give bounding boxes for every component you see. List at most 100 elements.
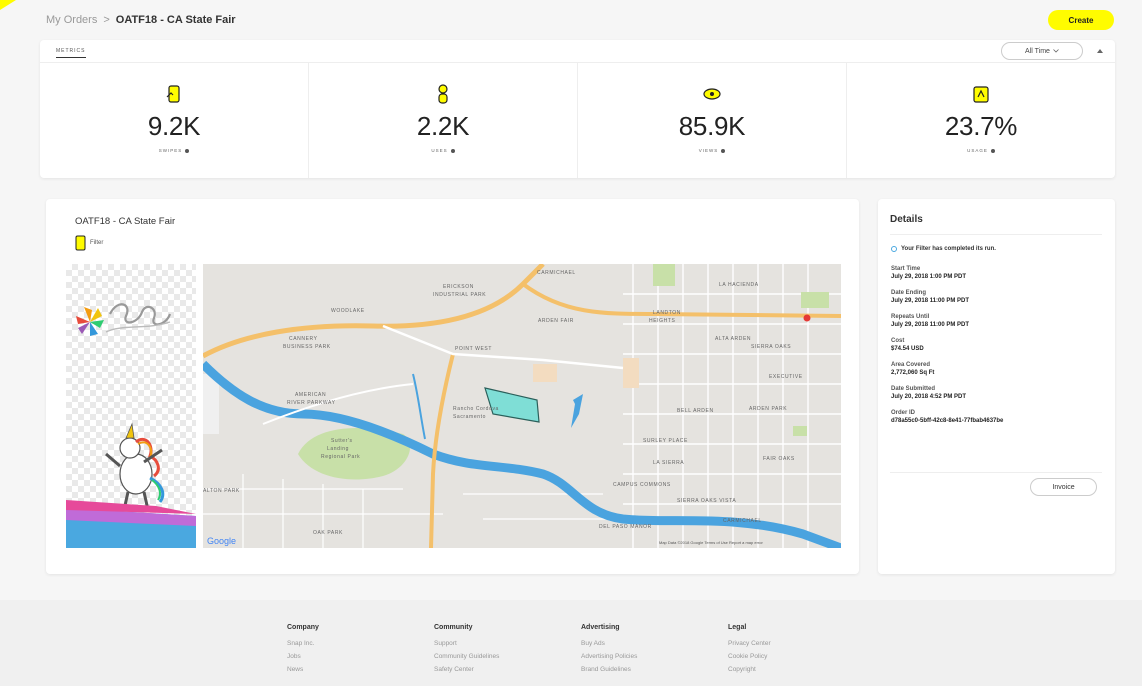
map-canvas[interactable]: WOODLAKE ERICKSON INDUSTRIAL PARK ARDEN … <box>203 264 841 548</box>
svg-text:CANNERY: CANNERY <box>289 336 318 342</box>
svg-text:OAK PARK: OAK PARK <box>313 530 343 536</box>
footer-column-legal: Legal Privacy Center Cookie Policy Copyr… <box>728 624 771 676</box>
time-filter-value: All Time <box>1025 47 1050 55</box>
breadcrumb-separator-icon: > <box>103 14 110 26</box>
svg-text:EXECUTIVE: EXECUTIVE <box>769 374 803 380</box>
divider <box>890 472 1102 473</box>
detail-cost: Cost $74.54 USD <box>891 338 924 352</box>
svg-text:Landing: Landing <box>327 446 349 452</box>
footer-column-community: Community Support Community Guidelines S… <box>434 624 499 676</box>
svg-text:ARDEN FAIR: ARDEN FAIR <box>538 318 574 324</box>
usage-icon <box>973 86 989 103</box>
metric-value: 9.2K <box>147 111 201 141</box>
create-button[interactable]: Create <box>1048 10 1114 30</box>
svg-text:LANDTON: LANDTON <box>653 310 681 316</box>
svg-text:SIERRA OAKS VISTA: SIERRA OAKS VISTA <box>677 498 736 504</box>
metric-label: VIEWS <box>698 148 719 153</box>
status-circle-icon <box>891 246 897 252</box>
footer-link[interactable]: Jobs <box>287 650 319 663</box>
status-line: Your Filter has completed its run. <box>891 246 996 252</box>
svg-text:SURLEY PLACE: SURLEY PLACE <box>643 438 688 444</box>
map-attribution: Map Data ©2018 Google Terms of Use Repor… <box>659 540 763 545</box>
footer-link[interactable]: Advertising Policies <box>581 650 637 663</box>
divider <box>890 234 1102 235</box>
google-logo: Google <box>207 536 236 546</box>
footer-link[interactable]: Buy Ads <box>581 637 637 650</box>
svg-text:ERICKSON: ERICKSON <box>443 284 474 290</box>
detail-date-submitted: Date Submitted July 20, 2018 4:52 PM PDT <box>891 386 967 400</box>
metrics-tab[interactable]: METRICS <box>56 48 86 58</box>
detail-list: Start Time July 29, 2018 1:00 PM PDT Dat… <box>891 265 1103 433</box>
filter-type-label: Filter <box>90 240 104 246</box>
status-text: Your Filter has completed its run. <box>901 246 996 252</box>
footer-link[interactable]: Brand Guidelines <box>581 663 637 676</box>
metric-label: USES <box>431 148 448 153</box>
svg-text:FAIR OAKS: FAIR OAKS <box>763 456 795 462</box>
collapse-icon[interactable] <box>1097 49 1103 53</box>
metrics-row: 9.2K SWIPES 2.2K USES 85.9K VIEWS 23.7% … <box>40 62 1115 178</box>
detail-repeats-until: Repeats Until July 29, 2018 11:00 PM PDT <box>891 314 970 328</box>
filter-icon <box>75 235 86 251</box>
filter-type-tag: Filter <box>75 235 103 251</box>
footer: Company Snap Inc. Jobs News Community Su… <box>0 600 1142 686</box>
metric-views: 85.9K VIEWS <box>578 63 847 178</box>
svg-text:DEL PASO MANOR: DEL PASO MANOR <box>599 524 652 530</box>
time-filter-dropdown[interactable]: All Time <box>1001 42 1083 60</box>
filter-artwork <box>66 303 196 548</box>
snapchat-corner-logo <box>0 0 16 10</box>
breadcrumb-current: OATF18 - CA State Fair <box>115 14 236 26</box>
breadcrumb-root-link[interactable]: My Orders <box>46 14 97 26</box>
swipe-phone-icon <box>166 85 180 103</box>
footer-link[interactable]: Snap Inc. <box>287 637 319 650</box>
svg-text:POINT WEST: POINT WEST <box>455 346 492 352</box>
svg-text:Sacramento: Sacramento <box>453 414 486 420</box>
footer-link[interactable]: Support <box>434 637 499 650</box>
detail-order-id: Order ID d78a55c0-5bff-42c8-8e41-77fbab4… <box>891 410 1004 424</box>
footer-link[interactable]: Community Guidelines <box>434 650 499 663</box>
svg-text:Regional Park: Regional Park <box>321 454 360 460</box>
metric-uses: 2.2K USES <box>309 63 578 178</box>
svg-text:BUSINESS PARK: BUSINESS PARK <box>283 344 331 350</box>
svg-text:RIVER PARKWAY: RIVER PARKWAY <box>287 400 336 406</box>
breadcrumb: My Orders > OATF18 - CA State Fair <box>46 14 236 26</box>
invoice-button[interactable]: Invoice <box>1030 478 1097 496</box>
footer-link[interactable]: Safety Center <box>434 663 499 676</box>
svg-text:LA SIERRA: LA SIERRA <box>653 460 684 466</box>
info-icon[interactable] <box>450 148 455 153</box>
footer-link[interactable]: Copyright <box>728 663 771 676</box>
svg-text:Sutter's: Sutter's <box>331 438 353 444</box>
user-icon <box>438 84 448 104</box>
svg-text:AMERICAN: AMERICAN <box>295 392 326 398</box>
svg-text:INDUSTRIAL PARK: INDUSTRIAL PARK <box>433 292 486 298</box>
detail-area-covered: Area Covered 2,772,060 Sq Ft <box>891 362 935 376</box>
footer-column-company: Company Snap Inc. Jobs News <box>287 624 319 676</box>
metric-value: 85.9K <box>678 111 746 141</box>
map[interactable]: WOODLAKE ERICKSON INDUSTRIAL PARK ARDEN … <box>203 264 841 548</box>
metric-label: USAGE <box>967 148 988 153</box>
svg-text:ALTON PARK: ALTON PARK <box>203 488 240 494</box>
svg-text:SIERRA OAKS: SIERRA OAKS <box>751 344 791 350</box>
chevron-down-icon <box>1053 49 1059 53</box>
footer-link[interactable]: Cookie Policy <box>728 650 771 663</box>
svg-text:BELL ARDEN: BELL ARDEN <box>677 408 714 414</box>
footer-link[interactable]: News <box>287 663 319 676</box>
metric-value: 2.2K <box>416 111 470 141</box>
footer-column-advertising: Advertising Buy Ads Advertising Policies… <box>581 624 637 676</box>
details-panel: Details Your Filter has completed its ru… <box>878 199 1115 574</box>
footer-link[interactable]: Privacy Center <box>728 637 771 650</box>
metric-usage: 23.7% USAGE <box>847 63 1115 178</box>
info-icon[interactable] <box>990 148 995 153</box>
info-icon[interactable] <box>721 148 726 153</box>
svg-text:WOODLAKE: WOODLAKE <box>331 308 365 314</box>
svg-text:CAMPUS COMMONS: CAMPUS COMMONS <box>613 482 671 488</box>
svg-text:Rancho Cordova: Rancho Cordova <box>453 406 499 412</box>
info-icon[interactable] <box>185 148 190 153</box>
details-title: Details <box>890 214 923 225</box>
svg-text:LA HACIENDA: LA HACIENDA <box>719 282 759 288</box>
metric-label: SWIPES <box>158 148 183 153</box>
svg-text:CARMICHAEL: CARMICHAEL <box>723 518 762 524</box>
detail-start-time: Start Time July 29, 2018 1:00 PM PDT <box>891 266 967 280</box>
detail-date-ending: Date Ending July 29, 2018 11:00 PM PDT <box>891 290 970 304</box>
metrics-card: METRICS All Time 9.2K SWIPES 2.2K USES 8… <box>40 40 1115 178</box>
svg-text:CARMICHAEL: CARMICHAEL <box>537 270 576 276</box>
